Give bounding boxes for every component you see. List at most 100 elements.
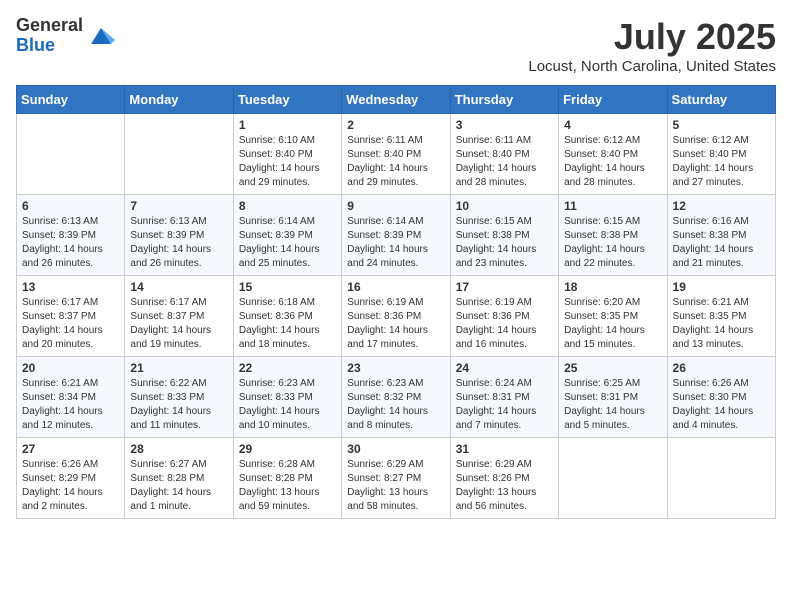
day-number: 13 (22, 280, 119, 294)
calendar-day-cell: 29Sunrise: 6:28 AMSunset: 8:28 PMDayligh… (233, 438, 341, 519)
logo-blue-text: Blue (16, 36, 83, 56)
calendar-week-row: 27 Sunrise: 6:26 AMSunset: 8:29 PMDayligh… (17, 438, 776, 519)
day-number: 18 (564, 280, 661, 294)
day-of-week-header: Friday (559, 86, 667, 114)
day-number: 26 (673, 361, 770, 375)
day-info: Sunrise: 6:11 AMSunset: 8:40 PMDaylight:… (347, 134, 444, 190)
day-info: Sunrise: 6:10 AMSunset: 8:40 PMDaylight:… (239, 134, 336, 190)
logo-icon (87, 22, 115, 50)
day-info: Sunrise: 6:19 AMSunset: 8:36 PMDaylight:… (456, 296, 553, 352)
day-number: 15 (239, 280, 336, 294)
calendar-day-cell: 25 Sunrise: 6:25 AMSunset: 8:31 PMDayligh… (559, 357, 667, 438)
day-info: Sunrise: 6:11 AMSunset: 8:40 PMDaylight:… (456, 134, 553, 190)
calendar-day-cell: 31Sunrise: 6:29 AMSunset: 8:26 PMDayligh… (450, 438, 558, 519)
day-info: Sunrise: 6:14 AMSunset: 8:39 PMDaylight:… (239, 215, 336, 271)
calendar-day-cell: 9 Sunrise: 6:14 AMSunset: 8:39 PMDaylight… (342, 195, 450, 276)
day-number: 11 (564, 199, 661, 213)
day-number: 6 (22, 199, 119, 213)
day-info: Sunrise: 6:12 AMSunset: 8:40 PMDaylight:… (564, 134, 661, 190)
day-number: 7 (130, 199, 227, 213)
day-number: 27 (22, 442, 119, 456)
day-info: Sunrise: 6:28 AMSunset: 8:28 PMDaylight:… (239, 458, 336, 514)
calendar-day-cell: 11 Sunrise: 6:15 AMSunset: 8:38 PMDayligh… (559, 195, 667, 276)
day-info: Sunrise: 6:21 AMSunset: 8:34 PMDaylight:… (22, 377, 119, 433)
day-number: 19 (673, 280, 770, 294)
day-of-week-header: Monday (125, 86, 233, 114)
calendar-day-cell: 4 Sunrise: 6:12 AMSunset: 8:40 PMDaylight… (559, 114, 667, 195)
day-number: 14 (130, 280, 227, 294)
calendar-day-cell: 8 Sunrise: 6:14 AMSunset: 8:39 PMDaylight… (233, 195, 341, 276)
calendar-header-row: SundayMondayTuesdayWednesdayThursdayFrid… (17, 86, 776, 114)
calendar-day-cell: 7Sunrise: 6:13 AMSunset: 8:39 PMDaylight… (125, 195, 233, 276)
calendar-day-cell: 13 Sunrise: 6:17 AMSunset: 8:37 PMDayligh… (17, 276, 125, 357)
day-of-week-header: Saturday (667, 86, 775, 114)
calendar-week-row: 20 Sunrise: 6:21 AMSunset: 8:34 PMDayligh… (17, 357, 776, 438)
logo-general-text: General (16, 16, 83, 36)
calendar-day-cell: 23Sunrise: 6:23 AMSunset: 8:32 PMDayligh… (342, 357, 450, 438)
day-number: 30 (347, 442, 444, 456)
calendar-day-cell: 26 Sunrise: 6:26 AMSunset: 8:30 PMDayligh… (667, 357, 775, 438)
day-number: 8 (239, 199, 336, 213)
day-info: Sunrise: 6:20 AMSunset: 8:35 PMDaylight:… (564, 296, 661, 352)
day-number: 16 (347, 280, 444, 294)
calendar-day-cell: 3 Sunrise: 6:11 AMSunset: 8:40 PMDaylight… (450, 114, 558, 195)
calendar-day-cell: 16 Sunrise: 6:19 AMSunset: 8:36 PMDayligh… (342, 276, 450, 357)
calendar-week-row: 6 Sunrise: 6:13 AMSunset: 8:39 PMDaylight… (17, 195, 776, 276)
day-info: Sunrise: 6:19 AMSunset: 8:36 PMDaylight:… (347, 296, 444, 352)
calendar-day-cell: 24 Sunrise: 6:24 AMSunset: 8:31 PMDayligh… (450, 357, 558, 438)
day-of-week-header: Sunday (17, 86, 125, 114)
day-info: Sunrise: 6:21 AMSunset: 8:35 PMDaylight:… (673, 296, 770, 352)
day-number: 2 (347, 118, 444, 132)
day-number: 17 (456, 280, 553, 294)
title-block: July 2025 Locust, North Carolina, United… (528, 16, 776, 75)
day-info: Sunrise: 6:17 AMSunset: 8:37 PMDaylight:… (130, 296, 227, 352)
day-number: 5 (673, 118, 770, 132)
day-info: Sunrise: 6:12 AMSunset: 8:40 PMDaylight:… (673, 134, 770, 190)
day-number: 20 (22, 361, 119, 375)
day-info: Sunrise: 6:27 AMSunset: 8:28 PMDaylight:… (130, 458, 227, 514)
day-number: 3 (456, 118, 553, 132)
location-text: Locust, North Carolina, United States (528, 58, 776, 75)
logo: General Blue (16, 16, 115, 56)
day-number: 4 (564, 118, 661, 132)
day-info: Sunrise: 6:15 AMSunset: 8:38 PMDaylight:… (456, 215, 553, 271)
day-number: 25 (564, 361, 661, 375)
calendar-day-cell: 19 Sunrise: 6:21 AMSunset: 8:35 PMDayligh… (667, 276, 775, 357)
day-info: Sunrise: 6:17 AMSunset: 8:37 PMDaylight:… (22, 296, 119, 352)
calendar-day-cell: 6 Sunrise: 6:13 AMSunset: 8:39 PMDaylight… (17, 195, 125, 276)
day-number: 24 (456, 361, 553, 375)
calendar-day-cell: 21Sunrise: 6:22 AMSunset: 8:33 PMDayligh… (125, 357, 233, 438)
calendar-day-cell: 12Sunrise: 6:16 AMSunset: 8:38 PMDayligh… (667, 195, 775, 276)
page-header: General Blue July 2025 Locust, North Car… (16, 16, 776, 75)
calendar-day-cell: 30 Sunrise: 6:29 AMSunset: 8:27 PMDayligh… (342, 438, 450, 519)
day-info: Sunrise: 6:23 AMSunset: 8:33 PMDaylight:… (239, 377, 336, 433)
day-number: 10 (456, 199, 553, 213)
day-number: 1 (239, 118, 336, 132)
day-info: Sunrise: 6:14 AMSunset: 8:39 PMDaylight:… (347, 215, 444, 271)
calendar-week-row: 13 Sunrise: 6:17 AMSunset: 8:37 PMDayligh… (17, 276, 776, 357)
day-info: Sunrise: 6:24 AMSunset: 8:31 PMDaylight:… (456, 377, 553, 433)
day-info: Sunrise: 6:26 AMSunset: 8:29 PMDaylight:… (22, 458, 119, 514)
day-number: 22 (239, 361, 336, 375)
calendar-day-cell: 10 Sunrise: 6:15 AMSunset: 8:38 PMDayligh… (450, 195, 558, 276)
day-info: Sunrise: 6:29 AMSunset: 8:27 PMDaylight:… (347, 458, 444, 514)
day-number: 28 (130, 442, 227, 456)
calendar-day-cell: 20 Sunrise: 6:21 AMSunset: 8:34 PMDayligh… (17, 357, 125, 438)
calendar-week-row: 1 Sunrise: 6:10 AMSunset: 8:40 PMDaylight… (17, 114, 776, 195)
calendar-day-cell: 17 Sunrise: 6:19 AMSunset: 8:36 PMDayligh… (450, 276, 558, 357)
calendar-day-cell: 15 Sunrise: 6:18 AMSunset: 8:36 PMDayligh… (233, 276, 341, 357)
day-info: Sunrise: 6:26 AMSunset: 8:30 PMDaylight:… (673, 377, 770, 433)
day-info: Sunrise: 6:18 AMSunset: 8:36 PMDaylight:… (239, 296, 336, 352)
day-info: Sunrise: 6:15 AMSunset: 8:38 PMDaylight:… (564, 215, 661, 271)
calendar-day-cell (667, 438, 775, 519)
day-info: Sunrise: 6:22 AMSunset: 8:33 PMDaylight:… (130, 377, 227, 433)
calendar-day-cell: 5 Sunrise: 6:12 AMSunset: 8:40 PMDaylight… (667, 114, 775, 195)
day-info: Sunrise: 6:25 AMSunset: 8:31 PMDaylight:… (564, 377, 661, 433)
day-number: 9 (347, 199, 444, 213)
day-info: Sunrise: 6:29 AMSunset: 8:26 PMDaylight:… (456, 458, 553, 514)
day-info: Sunrise: 6:13 AMSunset: 8:39 PMDaylight:… (22, 215, 119, 271)
calendar-day-cell: 18 Sunrise: 6:20 AMSunset: 8:35 PMDayligh… (559, 276, 667, 357)
month-title: July 2025 (528, 16, 776, 58)
calendar-day-cell: 27 Sunrise: 6:26 AMSunset: 8:29 PMDayligh… (17, 438, 125, 519)
day-info: Sunrise: 6:16 AMSunset: 8:38 PMDaylight:… (673, 215, 770, 271)
